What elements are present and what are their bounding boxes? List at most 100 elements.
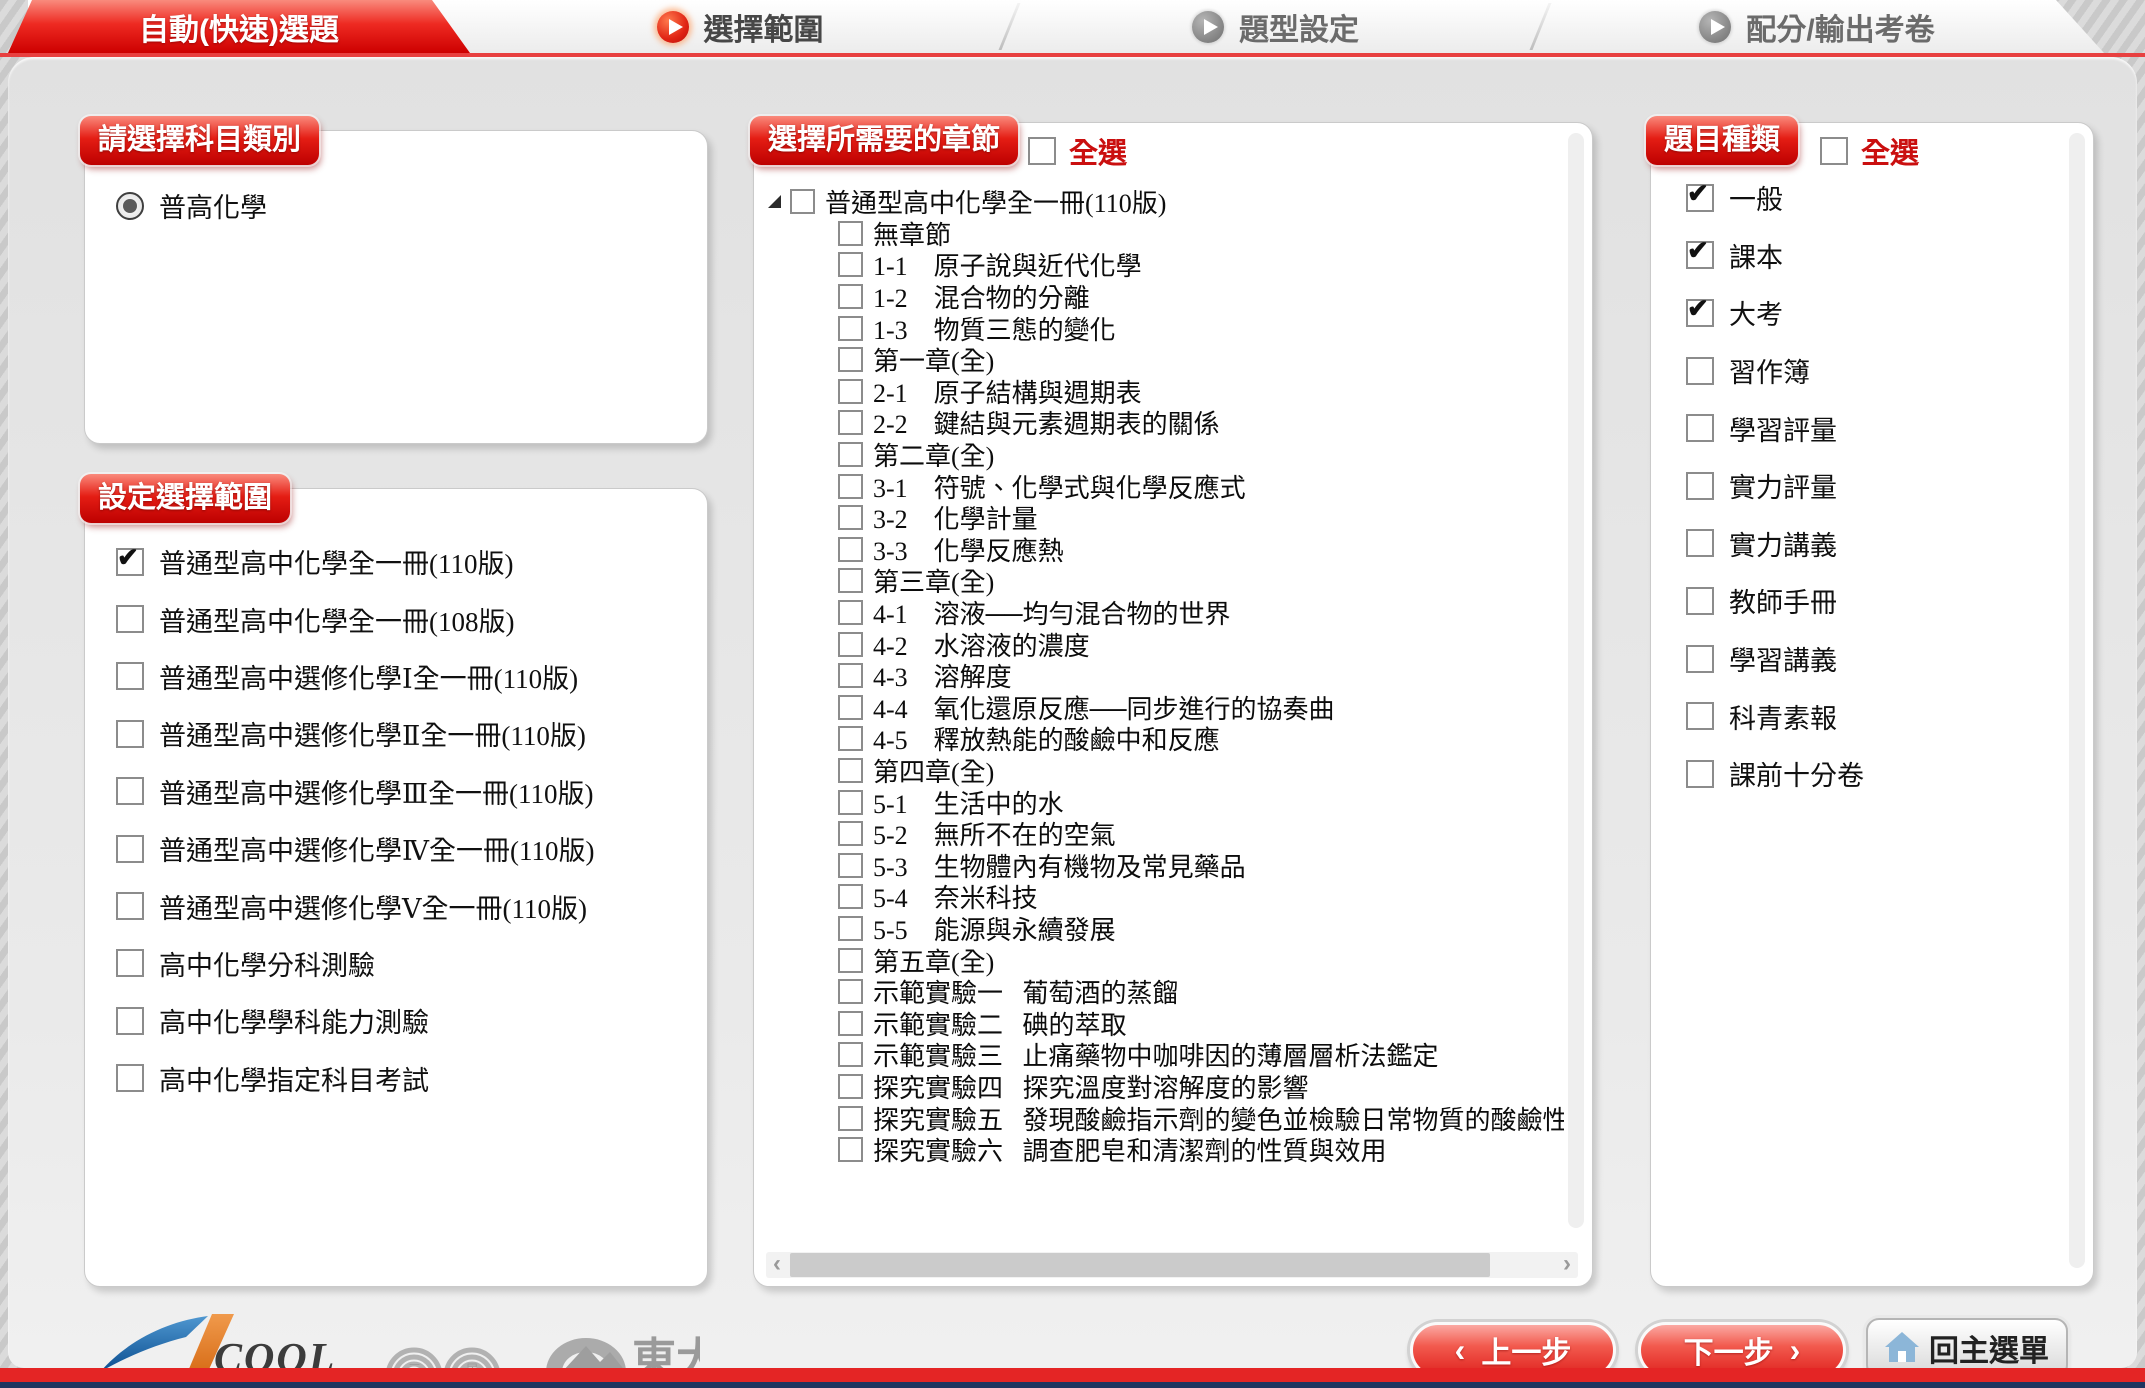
checkbox[interactable] (116, 605, 144, 633)
type-option[interactable]: 學習講義 (1686, 630, 1864, 688)
range-option[interactable]: 普通型高中選修化學Ⅲ全一冊(110版) (116, 763, 594, 820)
type-option[interactable]: 課本 (1686, 227, 1864, 285)
type-option[interactable]: 實力講義 (1686, 515, 1864, 573)
checkbox[interactable] (1686, 760, 1714, 788)
checkbox[interactable] (116, 777, 144, 805)
checkbox[interactable] (116, 1064, 144, 1092)
range-option[interactable]: 高中化學指定科目考試 (116, 1050, 594, 1107)
type-option[interactable]: 實力評量 (1686, 457, 1864, 515)
checkbox[interactable] (838, 1042, 863, 1067)
checkbox[interactable] (116, 835, 144, 863)
checkbox[interactable] (838, 442, 863, 467)
tab-question-type[interactable]: 題型設定 (1010, 0, 1541, 53)
tree-item[interactable]: 5-5 能源與永續發展 (768, 913, 1564, 945)
checkbox[interactable] (790, 189, 815, 214)
tree-item[interactable]: 第三章(全) (768, 565, 1564, 597)
checkbox[interactable] (838, 1137, 863, 1162)
scroll-right-icon[interactable]: › (1556, 1252, 1578, 1278)
checkbox[interactable] (838, 474, 863, 499)
tree-expand-icon[interactable] (768, 195, 781, 208)
checkbox[interactable] (1686, 587, 1714, 615)
vertical-scrollbar[interactable] (2069, 133, 2085, 1268)
range-option[interactable]: 普通型高中化學全一冊(108版) (116, 590, 594, 647)
tree-item[interactable]: 示範實驗三 止痛藥物中咖啡因的薄層層析法鑑定 (768, 1039, 1564, 1071)
checkbox[interactable] (838, 758, 863, 783)
tree-item[interactable]: 探究實驗五 發現酸鹼指示劑的變色並檢驗日常物質的酸鹼性 (768, 1102, 1564, 1134)
tree-item[interactable]: 1-2 混合物的分離 (768, 281, 1564, 313)
type-option[interactable]: 課前十分卷 (1686, 745, 1864, 803)
checkbox[interactable] (838, 884, 863, 909)
checkbox[interactable] (1028, 137, 1056, 165)
checkbox[interactable] (838, 221, 863, 246)
checkbox[interactable] (838, 853, 863, 878)
checkbox[interactable] (838, 505, 863, 530)
checkbox[interactable] (838, 632, 863, 657)
checkbox[interactable] (838, 948, 863, 973)
tree-root[interactable]: 普通型高中化學全一冊(110版) (768, 186, 1564, 218)
tree-item[interactable]: 4-5 釋放熱能的酸鹼中和反應 (768, 723, 1564, 755)
tree-item[interactable]: 5-1 生活中的水 (768, 786, 1564, 818)
checkbox[interactable] (1686, 241, 1714, 269)
checkbox[interactable] (838, 726, 863, 751)
checkbox[interactable] (1686, 702, 1714, 730)
type-select-all[interactable]: 全選 (1820, 130, 1919, 172)
checkbox[interactable] (838, 316, 863, 341)
type-option[interactable]: 習作簿 (1686, 342, 1864, 400)
range-option[interactable]: 普通型高中化學全一冊(110版) (116, 533, 594, 590)
checkbox[interactable] (838, 663, 863, 688)
type-option[interactable]: 大考 (1686, 284, 1864, 342)
tree-item[interactable]: 3-3 化學反應熱 (768, 534, 1564, 566)
tree-item[interactable]: 第二章(全) (768, 439, 1564, 471)
checkbox[interactable] (1686, 472, 1714, 500)
checkbox[interactable] (838, 695, 863, 720)
tree-item[interactable]: 2-2 鍵結與元素週期表的關係 (768, 407, 1564, 439)
checkbox[interactable] (116, 892, 144, 920)
radio-button[interactable] (116, 192, 144, 220)
range-option[interactable]: 高中化學學科能力測驗 (116, 992, 594, 1049)
checkbox[interactable] (116, 1007, 144, 1035)
tree-item[interactable]: 5-4 奈米科技 (768, 881, 1564, 913)
type-option[interactable]: 教師手冊 (1686, 572, 1864, 630)
checkbox[interactable] (838, 284, 863, 309)
tree-item[interactable]: 2-1 原子結構與週期表 (768, 376, 1564, 408)
horizontal-scrollbar[interactable]: ‹ › (766, 1252, 1578, 1278)
checkbox[interactable] (1686, 299, 1714, 327)
chapter-select-all[interactable]: 全選 (1028, 130, 1127, 172)
checkbox[interactable] (1686, 184, 1714, 212)
vertical-scrollbar[interactable] (1568, 133, 1584, 1228)
tree-item[interactable]: 第一章(全) (768, 344, 1564, 376)
checkbox[interactable] (1686, 529, 1714, 557)
tree-item[interactable]: 5-3 生物體內有機物及常見藥品 (768, 849, 1564, 881)
checkbox[interactable] (1686, 645, 1714, 673)
scroll-left-icon[interactable]: ‹ (766, 1252, 788, 1278)
checkbox[interactable] (838, 379, 863, 404)
tree-item[interactable]: 示範實驗一 葡萄酒的蒸餾 (768, 976, 1564, 1008)
checkbox[interactable] (1820, 137, 1848, 165)
range-option[interactable]: 普通型高中選修化學Ⅱ全一冊(110版) (116, 705, 594, 762)
tree-item[interactable]: 4-4 氧化還原反應──同步進行的協奏曲 (768, 692, 1564, 724)
tree-item[interactable]: 4-2 水溶液的濃度 (768, 628, 1564, 660)
tree-item[interactable]: 第四章(全) (768, 755, 1564, 787)
checkbox[interactable] (838, 916, 863, 941)
subject-option[interactable]: 普高化學 (116, 186, 267, 225)
tree-item[interactable]: 探究實驗四 探究溫度對溶解度的影響 (768, 1071, 1564, 1103)
checkbox[interactable] (838, 1011, 863, 1036)
tree-item[interactable]: 無章節 (768, 218, 1564, 250)
tree-item[interactable]: 探究實驗六 調查肥皂和清潔劑的性質與效用 (768, 1134, 1564, 1166)
checkbox[interactable] (1686, 357, 1714, 385)
tree-item[interactable]: 4-1 溶液──均勻混合物的世界 (768, 597, 1564, 629)
range-option[interactable]: 普通型高中選修化學Ⅳ全一冊(110版) (116, 820, 594, 877)
tree-item[interactable]: 1-3 物質三態的變化 (768, 312, 1564, 344)
checkbox[interactable] (838, 347, 863, 372)
tree-item[interactable]: 3-2 化學計量 (768, 502, 1564, 534)
range-option[interactable]: 高中化學分科測驗 (116, 935, 594, 992)
checkbox[interactable] (838, 410, 863, 435)
range-option[interactable]: 普通型高中選修化學Ⅴ全一冊(110版) (116, 877, 594, 934)
checkbox[interactable] (116, 662, 144, 690)
checkbox[interactable] (838, 568, 863, 593)
type-option[interactable]: 學習評量 (1686, 399, 1864, 457)
tab-select-range[interactable]: 選擇範圍 (470, 0, 1010, 53)
checkbox[interactable] (838, 600, 863, 625)
checkbox[interactable] (838, 790, 863, 815)
checkbox[interactable] (116, 548, 144, 576)
